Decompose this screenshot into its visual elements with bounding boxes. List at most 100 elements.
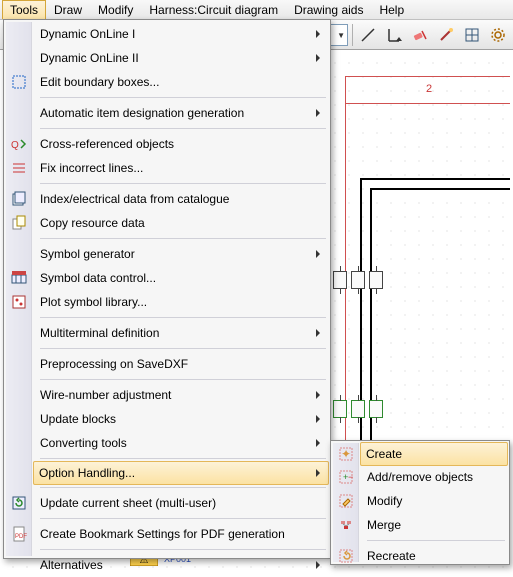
menu-separator — [40, 238, 326, 239]
tools-menu-wire-number-adjustment[interactable]: Wire-number adjustment — [34, 383, 328, 407]
chevron-right-icon — [316, 469, 320, 477]
option-handling-add-remove-objects[interactable]: Add/remove objects+− — [361, 465, 507, 489]
menu-separator — [40, 487, 326, 488]
option-handling-merge[interactable]: Merge — [361, 513, 507, 537]
symdata-icon — [10, 269, 28, 287]
chevron-right-icon — [316, 54, 320, 62]
erase-icon[interactable] — [409, 24, 431, 46]
tools-menu-update-current-sheet-multi-user[interactable]: Update current sheet (multi-user) — [34, 491, 328, 515]
menu-help[interactable]: Help — [371, 0, 412, 19]
menu-separator — [40, 549, 326, 550]
pdf-icon: PDF — [10, 525, 28, 543]
menu-separator — [40, 458, 326, 459]
chevron-right-icon — [316, 415, 320, 423]
menu-separator — [40, 379, 326, 380]
menu-item-label: Update blocks — [40, 412, 116, 426]
catalogue-icon — [10, 190, 28, 208]
chevron-right-icon — [316, 439, 320, 447]
indent-icon[interactable] — [383, 24, 405, 46]
modify-icon — [337, 492, 355, 510]
symbol-contact[interactable] — [333, 400, 347, 418]
toolbar-separator — [352, 24, 353, 46]
tools-menu: Dynamic OnLine I Dynamic OnLine II Edit bo… — [3, 19, 331, 559]
menu-item-label: Automatic item designation generation — [40, 106, 244, 120]
menu-item-label: Dynamic OnLine I — [40, 27, 135, 41]
svg-text:PDF: PDF — [15, 534, 27, 540]
copyres-icon — [10, 214, 28, 232]
line-icon[interactable] — [357, 24, 379, 46]
symbol-block[interactable] — [369, 271, 383, 289]
menubar: Tools Draw Modify Harness:Circuit diagra… — [0, 0, 513, 20]
tools-menu-cross-referenced-objects[interactable]: Cross-referenced objectsQ — [34, 132, 328, 156]
tools-menu-create-bookmark-settings-for-pdf-generation[interactable]: Create Bookmark Settings for PDF generat… — [34, 522, 328, 546]
menu-separator — [367, 540, 505, 541]
tools-menu-plot-symbol-library[interactable]: Plot symbol library... — [34, 290, 328, 314]
tools-menu-converting-tools[interactable]: Converting tools — [34, 431, 328, 455]
menu-icon-column — [6, 22, 32, 556]
tools-menu-fix-incorrect-lines[interactable]: Fix incorrect lines... — [34, 156, 328, 180]
option-handling-submenu: Create✦Add/remove objects+−ModifyMergeRe… — [330, 440, 510, 565]
menu-harness[interactable]: Harness:Circuit diagram — [141, 0, 286, 19]
menu-item-label: Index/electrical data from catalogue — [40, 192, 229, 206]
chevron-right-icon — [316, 391, 320, 399]
symbol-block[interactable] — [351, 271, 365, 289]
symbol-contact[interactable] — [369, 400, 383, 418]
menu-separator — [40, 348, 326, 349]
menu-separator — [40, 97, 326, 98]
menu-item-label: Wire-number adjustment — [40, 388, 171, 402]
menu-item-label: Fix incorrect lines... — [40, 161, 143, 175]
menu-separator — [40, 518, 326, 519]
menu-item-label: Merge — [367, 518, 401, 532]
tools-menu-symbol-generator[interactable]: Symbol generator — [34, 242, 328, 266]
option-handling-modify[interactable]: Modify — [361, 489, 507, 513]
svg-text:Q: Q — [11, 140, 19, 151]
chevron-right-icon — [316, 109, 320, 117]
tools-menu-alternatives[interactable]: Alternatives — [34, 553, 328, 577]
tools-menu-symbol-data-control[interactable]: Symbol data control... — [34, 266, 328, 290]
menu-item-label: Multiterminal definition — [40, 326, 159, 340]
menu-item-label: Modify — [367, 494, 402, 508]
tools-menu-dynamic-online-i[interactable]: Dynamic OnLine I — [34, 22, 328, 46]
recreate-icon — [337, 547, 355, 565]
menu-item-label: Symbol data control... — [40, 271, 156, 285]
wand-icon[interactable] — [435, 24, 457, 46]
merge-icon — [337, 516, 355, 534]
tools-menu-copy-resource-data[interactable]: Copy resource data — [34, 211, 328, 235]
chevron-right-icon — [316, 30, 320, 38]
menu-item-label: Plot symbol library... — [40, 295, 147, 309]
fixlines-icon — [10, 159, 28, 177]
symbol-row-1 — [333, 271, 383, 289]
tools-menu-index-electrical-data-from-catalogue[interactable]: Index/electrical data from catalogue — [34, 187, 328, 211]
crossref-icon: Q — [10, 135, 28, 153]
menu-item-label: Dynamic OnLine II — [40, 51, 139, 65]
symbol-block[interactable] — [333, 271, 347, 289]
menu-tools[interactable]: Tools — [2, 0, 46, 19]
menu-draw[interactable]: Draw — [46, 0, 90, 19]
option-handling-create[interactable]: Create✦ — [360, 442, 508, 466]
tools-menu-edit-boundary-boxes[interactable]: Edit boundary boxes... — [34, 70, 328, 94]
svg-text:✦: ✦ — [341, 447, 351, 461]
grid-icon[interactable] — [461, 24, 483, 46]
tools-menu-multiterminal-definition[interactable]: Multiterminal definition — [34, 321, 328, 345]
tools-menu-automatic-item-designation-generation[interactable]: Automatic item designation generation — [34, 101, 328, 125]
settings-icon[interactable] — [487, 24, 509, 46]
menu-modify[interactable]: Modify — [90, 0, 141, 19]
menu-item-label: Converting tools — [40, 436, 127, 450]
menu-drawing-aids[interactable]: Drawing aids — [286, 0, 371, 19]
menu-item-label: Edit boundary boxes... — [40, 75, 159, 89]
option-handling-recreate[interactable]: Recreate — [361, 544, 507, 568]
tools-menu-preprocessing-on-savedxf[interactable]: Preprocessing on SaveDXF — [34, 352, 328, 376]
menu-item-label: Option Handling... — [39, 466, 135, 480]
menu-separator — [40, 183, 326, 184]
menu-item-label: Create — [366, 447, 402, 461]
tools-menu-dynamic-online-ii[interactable]: Dynamic OnLine II — [34, 46, 328, 70]
svg-text:−: − — [348, 472, 353, 482]
drawing-inner-frame — [360, 178, 510, 478]
menu-item-label: Preprocessing on SaveDXF — [40, 357, 188, 371]
tools-menu-update-blocks[interactable]: Update blocks — [34, 407, 328, 431]
chevron-right-icon — [316, 250, 320, 258]
tools-menu-option-handling[interactable]: Option Handling... — [33, 461, 329, 485]
column-number-label: 2 — [426, 83, 432, 95]
symbol-contact[interactable] — [351, 400, 365, 418]
updatesheet-icon — [10, 494, 28, 512]
